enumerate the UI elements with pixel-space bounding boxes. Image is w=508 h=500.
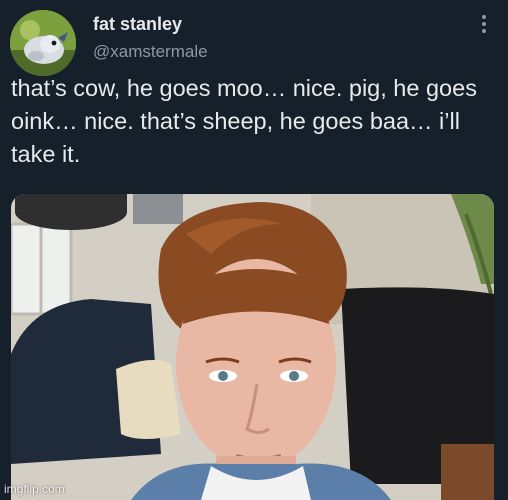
author-handle[interactable]: @xamstermale	[93, 42, 208, 62]
video-still	[11, 194, 494, 500]
tweet-card: fat stanley @xamstermale that’s cow, he …	[0, 0, 508, 500]
more-options-button[interactable]	[470, 10, 498, 38]
avatar-image	[10, 10, 76, 76]
more-options-icon	[482, 15, 486, 33]
author-display-name[interactable]: fat stanley	[93, 14, 182, 35]
tweet-media-image[interactable]	[11, 194, 494, 500]
avatar[interactable]	[10, 10, 76, 76]
tweet-text: that’s cow, he goes moo… nice. pig, he g…	[11, 75, 477, 167]
imgflip-watermark: imgflip.com	[4, 482, 65, 496]
